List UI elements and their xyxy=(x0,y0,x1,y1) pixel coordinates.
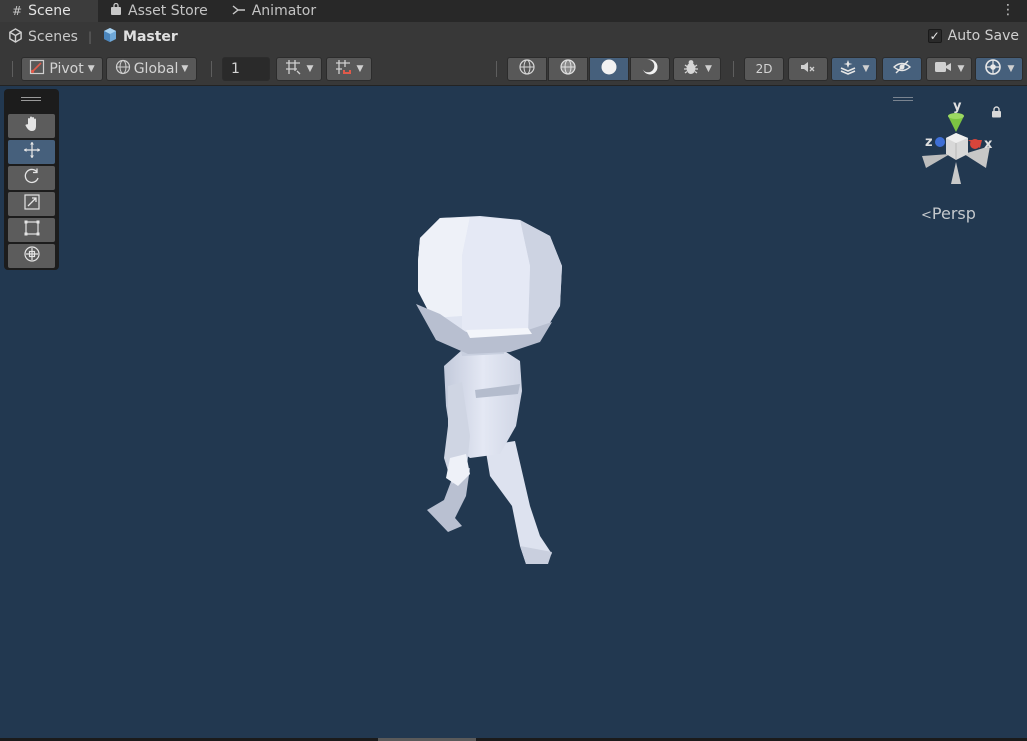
camera-icon xyxy=(934,60,952,78)
more-options-icon[interactable]: ⋮ xyxy=(1001,2,1015,18)
shaded-mode-button[interactable] xyxy=(589,57,629,81)
globe-icon xyxy=(115,59,131,79)
toolbar-separator xyxy=(496,61,497,77)
toggle-2d-button[interactable]: 2D xyxy=(744,57,784,81)
auto-save-checkbox[interactable]: ✓ xyxy=(927,29,942,43)
hash-icon: # xyxy=(12,4,23,18)
perspective-chevron-icon: < xyxy=(921,208,932,223)
orientation-gizmo[interactable]: y z x xyxy=(912,96,1002,191)
breadcrumb-master-label: Master xyxy=(123,29,178,45)
breadcrumb: Scenes | Master ✓ Auto Save xyxy=(0,22,1027,52)
chevron-down-icon: ▼ xyxy=(862,64,870,74)
solid-sphere-icon xyxy=(600,58,618,80)
gizmo-z-label: z xyxy=(925,135,933,150)
chevron-down-icon: ▼ xyxy=(356,64,364,74)
grid-snap-icon xyxy=(285,59,301,79)
audio-muted-icon xyxy=(799,59,817,79)
tab-asset-store[interactable]: Asset Store xyxy=(98,0,220,22)
gizmos-dropdown[interactable]: ▼ xyxy=(975,57,1023,81)
unity-logo-icon xyxy=(8,27,23,47)
tab-scene[interactable]: # Scene xyxy=(0,0,98,22)
global-label: Global xyxy=(133,61,179,77)
audio-toggle-button[interactable] xyxy=(788,57,828,81)
effects-layers-icon xyxy=(839,59,857,79)
breadcrumb-scenes-label: Scenes xyxy=(28,29,78,45)
scene-visibility-button[interactable] xyxy=(882,57,922,81)
chevron-down-icon: ▼ xyxy=(957,64,965,74)
gizmos-sphere-icon xyxy=(984,58,1002,80)
breadcrumb-scenes[interactable]: Scenes xyxy=(8,27,78,47)
toolbar-separator xyxy=(211,61,212,77)
eye-hidden-icon xyxy=(892,59,912,79)
scene-viewport[interactable]: y z x <Persp xyxy=(0,86,1027,738)
wireframe-shading-button[interactable] xyxy=(507,57,547,81)
tab-animator[interactable]: Animator xyxy=(220,0,328,22)
scene-toolbar: Pivot ▼ Global ▼ 1 ▼ ▼ ▼ 2D ▼ ▼ ▼ xyxy=(0,52,1027,86)
tab-animator-label: Animator xyxy=(251,3,317,19)
gizmo-x-label: x xyxy=(984,137,993,152)
animator-icon xyxy=(232,4,246,19)
grid-snapping-dropdown[interactable]: ▼ xyxy=(276,57,322,81)
bug-icon xyxy=(682,58,700,80)
snap-magnet-icon xyxy=(335,59,351,79)
global-dropdown[interactable]: Global ▼ xyxy=(106,57,197,81)
gizmo-drag-handle[interactable] xyxy=(893,97,913,101)
pivot-dropdown[interactable]: Pivot ▼ xyxy=(21,57,103,81)
effects-dropdown[interactable]: ▼ xyxy=(831,57,877,81)
projection-toggle[interactable]: <Persp xyxy=(921,204,976,223)
debug-draw-dropdown[interactable]: ▼ xyxy=(673,57,721,81)
breadcrumb-separator: | xyxy=(87,30,93,44)
chevron-down-icon: ▼ xyxy=(306,64,314,74)
unlit-mode-button[interactable] xyxy=(630,57,670,81)
bag-icon xyxy=(110,2,122,19)
shaded-wireframe-button[interactable] xyxy=(548,57,588,81)
gizmo-y-label: y xyxy=(953,99,962,114)
tab-bar: # Scene Asset Store Animator ⋮ xyxy=(0,0,1027,22)
grid-size-input[interactable]: 1 xyxy=(222,57,270,81)
increment-snap-dropdown[interactable]: ▼ xyxy=(326,57,372,81)
shaded-wire-sphere-icon xyxy=(559,58,577,80)
chevron-down-icon: ▼ xyxy=(705,64,712,74)
pivot-label: Pivot xyxy=(49,61,84,77)
tab-scene-label: Scene xyxy=(28,3,71,19)
toolbar-separator xyxy=(12,61,13,77)
prefab-cube-icon xyxy=(102,27,118,47)
camera-settings-dropdown[interactable]: ▼ xyxy=(926,57,972,81)
half-sphere-icon xyxy=(641,58,659,80)
chevron-down-icon: ▼ xyxy=(1007,64,1015,74)
auto-save-label: Auto Save xyxy=(947,28,1019,44)
projection-label: Persp xyxy=(931,204,976,223)
pivot-icon xyxy=(29,59,45,79)
chevron-down-icon: ▼ xyxy=(181,64,189,74)
tab-asset-store-label: Asset Store xyxy=(128,3,208,19)
wireframe-sphere-icon xyxy=(518,58,536,80)
toolbar-separator xyxy=(733,61,734,77)
breadcrumb-master[interactable]: Master xyxy=(102,27,178,47)
chevron-down-icon: ▼ xyxy=(87,64,95,74)
character-model[interactable] xyxy=(0,86,1027,738)
auto-save-toggle[interactable]: ✓ Auto Save xyxy=(927,28,1019,44)
